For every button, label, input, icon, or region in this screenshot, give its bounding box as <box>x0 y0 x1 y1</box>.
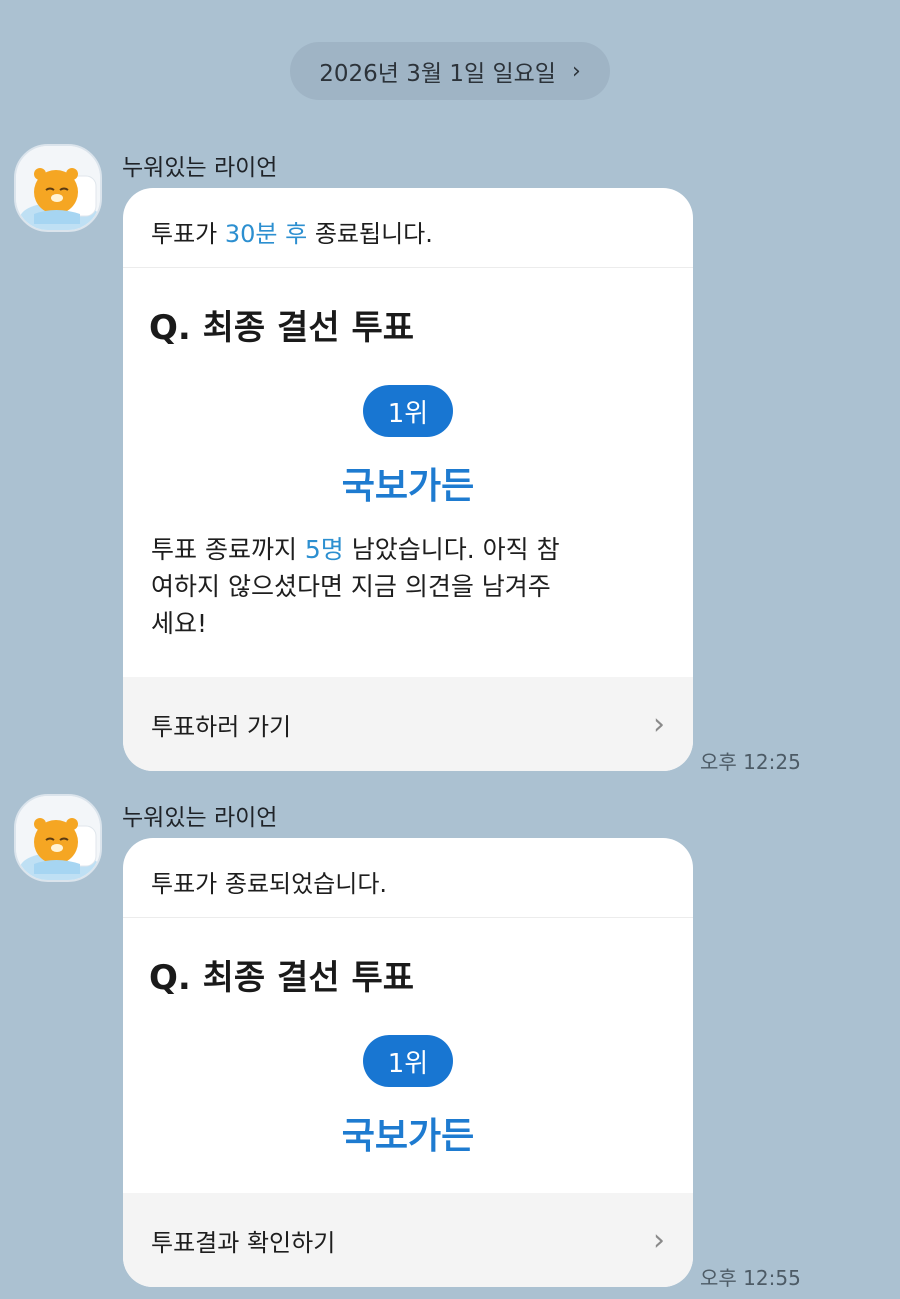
avatar[interactable] <box>14 794 102 882</box>
notice-text: 투표가 <box>151 220 225 248</box>
chevron-right-icon: › <box>653 1222 665 1258</box>
message-time: 오후 12:55 <box>700 1266 801 1290</box>
poll-card: 투표가 30분 후 종료됩니다. Q. 최종 결선 투표 1위 국보가든 투표 … <box>123 188 693 771</box>
chevron-right-icon: › <box>653 706 665 742</box>
message-time: 오후 12:25 <box>700 750 801 774</box>
notice-text-suffix: 종료됩니다. <box>307 220 433 248</box>
rank-badge: 1위 <box>363 1035 453 1087</box>
sender-name: 누워있는 라이언 <box>122 805 278 831</box>
date-label: 2026년 3월 1일 일요일 <box>319 61 556 87</box>
remaining-prefix: 투표 종료까지 <box>151 535 305 564</box>
winner-name: 국보가든 <box>341 1116 475 1157</box>
view-result-button[interactable]: 투표결과 확인하기 › <box>123 1193 693 1287</box>
chevron-right-icon: › <box>571 58 581 84</box>
avatar[interactable] <box>14 144 102 232</box>
poll-card: 투표가 종료되었습니다. Q. 최종 결선 투표 1위 국보가든 투표결과 확인… <box>123 838 693 1287</box>
poll-question: Q. 최종 결선 투표 <box>149 958 415 998</box>
chat-screen: 2026년 3월 1일 일요일 › 누워있는 라이언 투표가 30분 후 종료됩… <box>0 0 900 1299</box>
notice-highlight: 30분 후 <box>224 220 308 248</box>
view-result-label: 투표결과 확인하기 <box>151 1228 336 1257</box>
sender-name: 누워있는 라이언 <box>122 155 278 181</box>
poll-notice: 투표가 종료되었습니다. <box>123 838 693 918</box>
go-vote-button[interactable]: 투표하러 가기 › <box>123 677 693 771</box>
remaining-highlight: 5명 <box>304 535 344 564</box>
remaining-text: 투표 종료까지 5명 남았습니다. 아직 참여하지 않으셨다면 지금 의견을 남… <box>123 531 593 642</box>
date-divider[interactable]: 2026년 3월 1일 일요일 › <box>290 42 610 100</box>
go-vote-label: 투표하러 가기 <box>151 712 292 741</box>
poll-question: Q. 최종 결선 투표 <box>149 308 415 348</box>
rank-badge: 1위 <box>363 385 453 437</box>
winner-name: 국보가든 <box>341 466 475 507</box>
poll-notice: 투표가 30분 후 종료됩니다. <box>123 188 693 268</box>
